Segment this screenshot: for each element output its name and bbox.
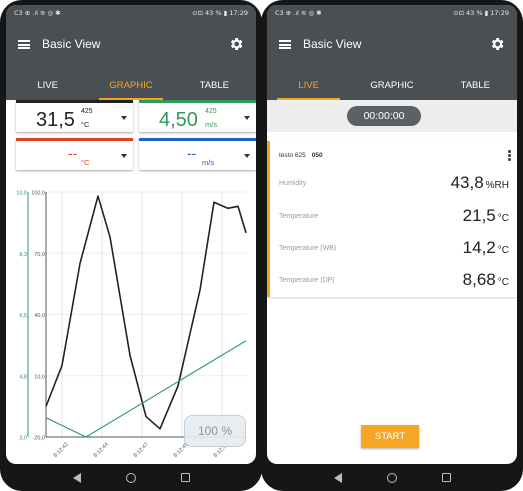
value-number: --	[187, 145, 197, 161]
recent-apps-icon[interactable]	[180, 473, 190, 482]
menu-icon[interactable]	[18, 40, 30, 49]
status-left: C3 ⊕ .ıl ≋ ◎ ✱	[275, 8, 322, 17]
measurement-value: 43,8 %RH	[450, 173, 509, 192]
tab-table[interactable]: TABLE	[434, 72, 517, 100]
recent-apps-icon[interactable]	[441, 473, 451, 482]
value-unit: m/s	[205, 120, 218, 129]
device-title: testo 625 050	[279, 152, 323, 159]
status-left: C3 ⊕ .ıl ≋ ◎ ✱	[14, 8, 61, 17]
measurement-value: 14,2 °C	[462, 238, 509, 257]
status-right: ⊙⊡ 43 % ▮ 17:29	[453, 8, 509, 17]
app-bar: Basic View	[267, 20, 517, 72]
tab-bar: LIVE GRAPHIC TABLE	[6, 72, 256, 100]
measurement-row: Humidity 43,8 %RH	[270, 168, 517, 200]
device-name: testo 625	[279, 152, 306, 159]
measurement-label: Temperature	[279, 213, 319, 220]
value-number: --	[68, 145, 78, 161]
device-serial: 050	[311, 152, 323, 159]
screen: C3 ⊕ .ıl ≋ ◎ ✱ ⊙⊡ 43 % ▮ 17:29 Basic Vie…	[267, 5, 517, 464]
android-nav-bar	[261, 464, 523, 491]
tab-table[interactable]: TABLE	[173, 72, 256, 100]
y-tick-label-outer: 10,0	[16, 191, 27, 197]
tab-live[interactable]: LIVE	[267, 72, 350, 100]
measurement-row: Temperature 21,5 °C	[270, 201, 517, 233]
x-tick-label: 8:12:44	[93, 442, 110, 459]
home-icon[interactable]	[386, 472, 397, 483]
app-title: Basic View	[303, 37, 362, 51]
value-number: 31,5	[36, 109, 75, 131]
gear-icon[interactable]	[489, 36, 505, 52]
chevron-down-icon[interactable]	[244, 154, 250, 158]
start-button[interactable]: START	[361, 425, 419, 448]
phone-graphic-view: C3 ⊕ .ıl ≋ ◎ ✱ ⊙⊡ 43 % ▮ 17:29 Basic Vie…	[0, 0, 262, 491]
value-serial: 425	[205, 108, 217, 115]
tab-graphic[interactable]: GRAPHIC	[350, 72, 433, 100]
value-unit: m/s	[202, 158, 215, 167]
value-serial: 425	[81, 108, 93, 115]
measurement-value: 8,68 °C	[462, 270, 509, 289]
y-tick-label-outer: 8,3	[19, 252, 27, 258]
chevron-down-icon[interactable]	[121, 116, 127, 120]
y-tick-label-inner: 70,0	[34, 252, 45, 258]
gear-icon[interactable]	[228, 36, 244, 52]
value-box-empty-temperature[interactable]: -- °C	[16, 138, 133, 170]
value-unit: °C	[81, 158, 90, 167]
chevron-down-icon[interactable]	[244, 116, 250, 120]
x-tick-label: 8:12:47	[133, 442, 150, 459]
series-line	[45, 195, 247, 430]
measurement-label: Temperature (DP)	[279, 277, 335, 284]
tab-graphic[interactable]: GRAPHIC	[89, 72, 172, 100]
android-nav-bar	[0, 464, 262, 491]
y-tick-label-outer: 4,8	[19, 374, 27, 380]
chevron-down-icon[interactable]	[121, 154, 127, 158]
timer: 00:00:00	[347, 106, 421, 126]
y-tick-label-inner: -20,0	[32, 436, 45, 442]
tab-live[interactable]: LIVE	[6, 72, 89, 100]
phone-live-view: C3 ⊕ .ıl ≋ ◎ ✱ ⊙⊡ 43 % ▮ 17:29 Basic Vie…	[261, 0, 523, 491]
more-options-icon[interactable]	[508, 150, 511, 162]
status-right: ⊙⊡ 43 % ▮ 17:29	[192, 8, 248, 17]
value-number: 4,50	[159, 109, 198, 131]
back-icon[interactable]	[333, 472, 342, 483]
measurement-label: Humidity	[279, 180, 307, 187]
x-tick-label: 8:12:42	[53, 442, 70, 459]
y-tick-label-outer: 3,0	[19, 436, 27, 442]
menu-icon[interactable]	[279, 40, 291, 49]
y-tick-label-outer: 6,5	[19, 313, 27, 319]
status-bar: C3 ⊕ .ıl ≋ ◎ ✱ ⊙⊡ 43 % ▮ 17:29	[6, 5, 256, 20]
zoom-indicator: 100 %	[184, 415, 246, 447]
value-box-temperature[interactable]: 31,5 425 °C	[16, 100, 133, 132]
measurement-row: Temperature (WB) 14,2 °C	[270, 233, 517, 265]
value-unit: °C	[81, 120, 90, 129]
y-tick-label-inner: 10,0	[34, 374, 45, 380]
y-tick-label-inner: 100,0	[31, 191, 45, 197]
app-title: Basic View	[42, 37, 101, 51]
device-card: testo 625 050 Humidity 43,8 %RH Temperatur…	[267, 141, 517, 297]
measurement-row: Temperature (DP) 8,68 °C	[270, 265, 517, 297]
value-box-velocity[interactable]: 4,50 425 m/s	[139, 100, 256, 132]
value-box-empty-velocity[interactable]: -- m/s	[139, 138, 256, 170]
tab-bar: LIVE GRAPHIC TABLE	[267, 72, 517, 100]
measurement-value: 21,5 °C	[462, 206, 509, 225]
back-icon[interactable]	[72, 472, 81, 483]
app-bar: Basic View	[6, 20, 256, 72]
status-bar: C3 ⊕ .ıl ≋ ◎ ✱ ⊙⊡ 43 % ▮ 17:29	[267, 5, 517, 20]
home-icon[interactable]	[125, 472, 136, 483]
screen: C3 ⊕ .ıl ≋ ◎ ✱ ⊙⊡ 43 % ▮ 17:29 Basic Vie…	[6, 5, 256, 464]
y-tick-label-inner: 40,0	[34, 313, 45, 319]
measurement-label: Temperature (WB)	[279, 245, 337, 252]
timer-strip: 00:00:00	[267, 100, 517, 132]
